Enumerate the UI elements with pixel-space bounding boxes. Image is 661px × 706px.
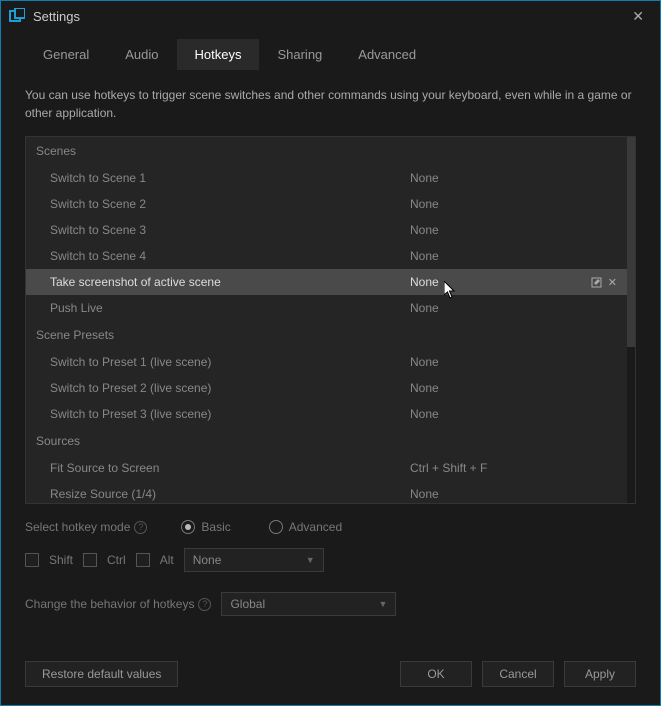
hotkey-value: None — [410, 301, 617, 315]
hotkey-value: None — [410, 197, 617, 211]
window-title: Settings — [33, 9, 624, 24]
footer: Restore default values OK Cancel Apply — [1, 647, 660, 705]
hotkey-label: Switch to Scene 2 — [50, 197, 410, 211]
hotkey-row[interactable]: Resize Source (1/4) None — [26, 481, 627, 503]
titlebar: Settings ✕ — [1, 1, 660, 31]
hotkey-list: Scenes Switch to Scene 1 None Switch to … — [25, 136, 636, 504]
hotkey-label: Switch to Scene 4 — [50, 249, 410, 263]
section-presets: Scene Presets — [26, 321, 627, 349]
clear-icon[interactable]: ✕ — [608, 276, 617, 289]
hotkey-label: Switch to Preset 1 (live scene) — [50, 355, 410, 369]
tab-audio[interactable]: Audio — [107, 39, 176, 70]
hotkey-value: None — [410, 381, 617, 395]
hotkey-row[interactable]: Switch to Preset 2 (live scene) None — [26, 375, 627, 401]
checkbox-ctrl[interactable] — [83, 553, 97, 567]
hotkey-row[interactable]: Switch to Preset 3 (live scene) None — [26, 401, 627, 427]
help-icon[interactable]: ? — [134, 521, 147, 534]
tab-content: You can use hotkeys to trigger scene swi… — [1, 70, 660, 647]
label-shift: Shift — [49, 553, 73, 567]
apply-button[interactable]: Apply — [564, 661, 636, 687]
controls: Select hotkey mode ? Basic Advanced Shif… — [25, 504, 636, 630]
label-alt: Alt — [160, 553, 174, 567]
chevron-down-icon: ▼ — [379, 599, 388, 609]
tab-sharing[interactable]: Sharing — [259, 39, 340, 70]
section-scenes: Scenes — [26, 137, 627, 165]
hotkey-row[interactable]: Push Live None — [26, 295, 627, 321]
scrollbar-thumb[interactable] — [627, 137, 635, 347]
hotkey-value: Ctrl + Shift + F — [410, 461, 617, 475]
hotkey-label: Take screenshot of active scene — [50, 275, 410, 289]
edit-icon[interactable] — [591, 277, 602, 288]
hotkey-row[interactable]: Switch to Scene 1 None — [26, 165, 627, 191]
hotkey-value: None — [410, 275, 591, 289]
ok-button[interactable]: OK — [400, 661, 472, 687]
help-icon[interactable]: ? — [198, 598, 211, 611]
hotkey-value: None — [410, 487, 617, 501]
hotkey-row[interactable]: Switch to Scene 4 None — [26, 243, 627, 269]
description-text: You can use hotkeys to trigger scene swi… — [25, 86, 636, 122]
behavior-label: Change the behavior of hotkeys ? — [25, 597, 211, 611]
hotkey-row-selected[interactable]: Take screenshot of active scene None ✕ — [26, 269, 627, 295]
cancel-button[interactable]: Cancel — [482, 661, 554, 687]
hotkey-label: Switch to Scene 1 — [50, 171, 410, 185]
tab-general[interactable]: General — [25, 39, 107, 70]
hotkey-row[interactable]: Switch to Scene 2 None — [26, 191, 627, 217]
tabs: General Audio Hotkeys Sharing Advanced — [1, 31, 660, 70]
hotkey-value: None — [410, 249, 617, 263]
app-icon — [9, 8, 25, 24]
radio-basic[interactable]: Basic — [181, 520, 230, 534]
restore-defaults-button[interactable]: Restore default values — [25, 661, 178, 687]
label-ctrl: Ctrl — [107, 553, 126, 567]
hotkey-label: Switch to Preset 3 (live scene) — [50, 407, 410, 421]
close-icon[interactable]: ✕ — [624, 4, 652, 29]
scrollbar-track[interactable] — [627, 137, 635, 503]
hotkey-label: Switch to Preset 2 (live scene) — [50, 381, 410, 395]
hotkey-row[interactable]: Switch to Scene 3 None — [26, 217, 627, 243]
hotkey-label: Fit Source to Screen — [50, 461, 410, 475]
section-sources: Sources — [26, 427, 627, 455]
tab-advanced[interactable]: Advanced — [340, 39, 434, 70]
behavior-select[interactable]: Global ▼ — [221, 592, 396, 616]
settings-window: Settings ✕ General Audio Hotkeys Sharing… — [0, 0, 661, 706]
checkbox-shift[interactable] — [25, 553, 39, 567]
hotkey-label: Switch to Scene 3 — [50, 223, 410, 237]
hotkey-value: None — [410, 223, 617, 237]
key-select[interactable]: None ▼ — [184, 548, 324, 572]
mode-label: Select hotkey mode ? — [25, 520, 147, 534]
hotkey-value: None — [410, 171, 617, 185]
hotkey-value: None — [410, 355, 617, 369]
tab-hotkeys[interactable]: Hotkeys — [177, 39, 260, 70]
hotkey-value: None — [410, 407, 617, 421]
hotkey-label: Push Live — [50, 301, 410, 315]
hotkey-row[interactable]: Switch to Preset 1 (live scene) None — [26, 349, 627, 375]
chevron-down-icon: ▼ — [306, 555, 315, 565]
radio-advanced[interactable]: Advanced — [269, 520, 342, 534]
hotkey-label: Resize Source (1/4) — [50, 487, 410, 501]
checkbox-alt[interactable] — [136, 553, 150, 567]
hotkey-row[interactable]: Fit Source to Screen Ctrl + Shift + F — [26, 455, 627, 481]
